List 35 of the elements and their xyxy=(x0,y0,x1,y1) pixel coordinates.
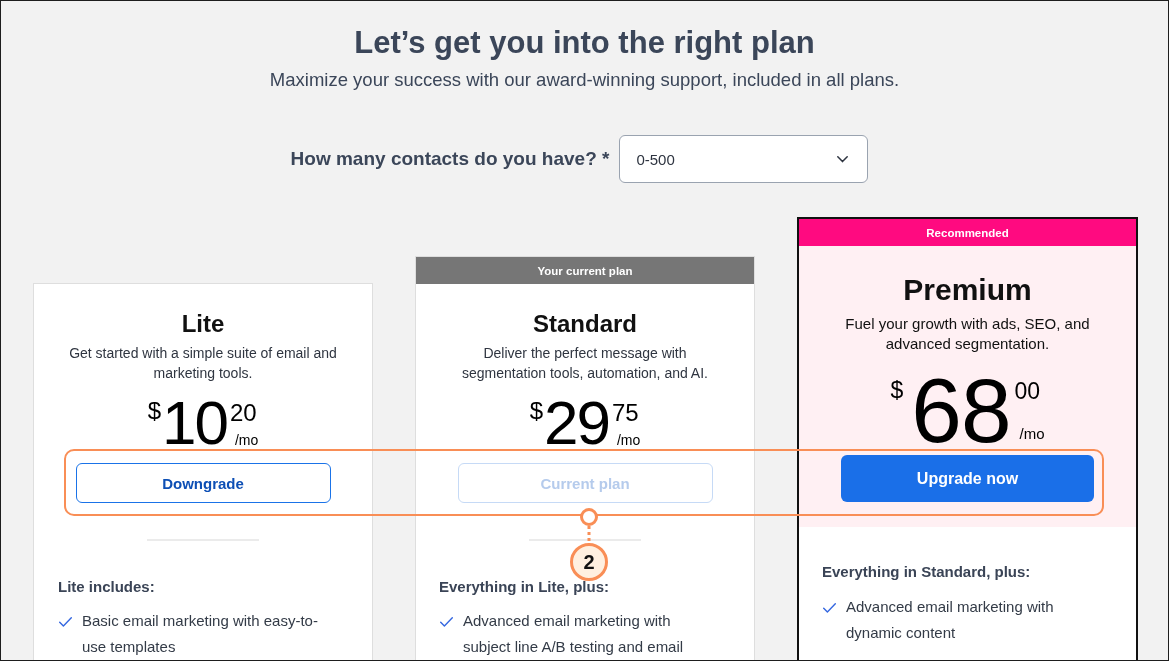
plan-banner: Recommended xyxy=(799,219,1136,246)
feature-text: Advanced email marketing with dynamic content xyxy=(846,597,1055,643)
plan-name: Lite xyxy=(181,309,225,339)
check-icon xyxy=(823,603,836,613)
contacts-label: How many contacts do you have? * xyxy=(290,148,610,170)
chevron-down-icon xyxy=(837,155,849,163)
price-amount: 29 xyxy=(544,392,609,454)
plan-description: Get started with a simple suite of email and marketing tools. xyxy=(68,344,338,383)
price-amount: 68 xyxy=(911,368,1011,454)
plan-name: Standard xyxy=(533,309,637,339)
price-currency: $ xyxy=(529,399,543,423)
feature-text: Basic email marketing with easy-to-use templates xyxy=(82,611,319,657)
features-heading: Everything in Standard, plus: xyxy=(822,562,1032,582)
price-period: /mo xyxy=(234,433,259,447)
plan-description: Deliver the perfect message with segmentation tools, automation, and AI. xyxy=(461,344,709,383)
price-cents: 20 xyxy=(230,401,257,425)
plan-name: Premium xyxy=(903,272,1032,308)
check-icon xyxy=(440,617,453,627)
page-title: Let’s get you into the right plan xyxy=(353,25,816,61)
plan-button[interactable]: Downgrade xyxy=(75,463,331,503)
features-heading: Lite includes: xyxy=(58,577,156,597)
price-currency: $ xyxy=(147,399,161,423)
plan-description: Fuel your growth with ads, SEO, and advanced segmentation. xyxy=(844,314,1091,354)
price-cents: 00 xyxy=(1014,380,1041,403)
price-period: /mo xyxy=(616,433,641,447)
price-amount: 10 xyxy=(162,392,227,454)
page-subtitle: Maximize your success with our award-winning support, included in all plans. xyxy=(268,69,901,91)
plan-button[interactable]: Upgrade now xyxy=(841,455,1094,502)
plan-banner: Your current plan xyxy=(416,257,754,284)
price-period: /mo xyxy=(1018,426,1045,441)
contacts-dropdown[interactable]: 0-500 xyxy=(619,135,869,183)
feature-text: Advanced email marketing with subject line A/B testing and email xyxy=(463,611,685,657)
check-icon xyxy=(59,617,72,627)
price-currency: $ xyxy=(890,379,904,402)
price-cents: 75 xyxy=(612,401,639,425)
